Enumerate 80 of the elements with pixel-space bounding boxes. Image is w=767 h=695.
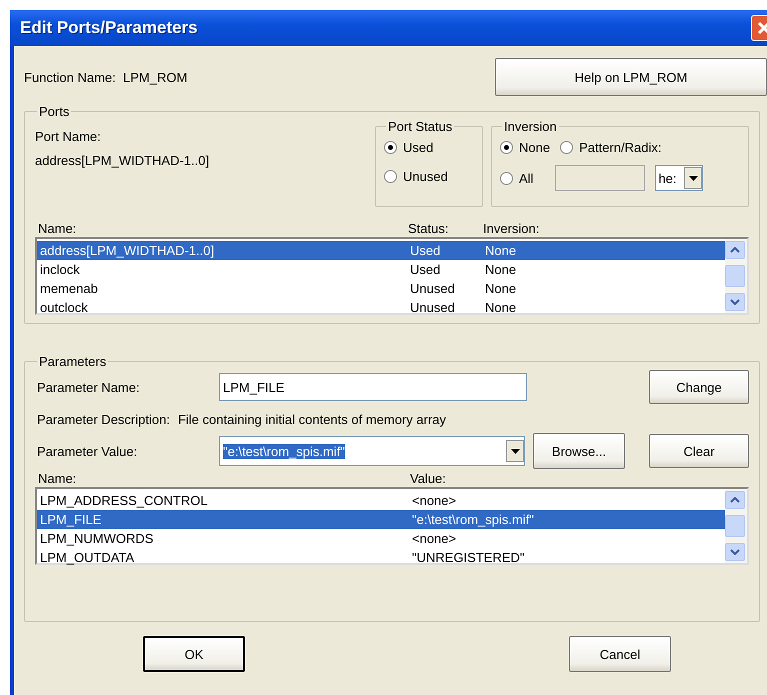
scroll-down-button[interactable] [725, 293, 745, 311]
scroll-down-button[interactable] [725, 543, 745, 561]
radix-dropdown[interactable]: he: [655, 165, 704, 191]
close-icon [757, 21, 767, 35]
column-header: Value: [410, 470, 447, 486]
radio-label[interactable]: Used [403, 140, 434, 155]
list-row[interactable]: LPM_ADDRESS_CONTROL <none> [37, 491, 725, 510]
radio-label[interactable]: Pattern/Radix: [579, 140, 662, 155]
radio-label[interactable]: None [519, 140, 550, 155]
help-button[interactable]: Help on LPM_ROM [495, 58, 767, 96]
table-cell-text: Used [410, 242, 442, 260]
table-cell-text: Used [410, 261, 442, 279]
table-cell-text: outclock [39, 299, 89, 317]
list-row[interactable]: inclock Used None [37, 260, 725, 279]
table-cell-text: LPM_NUMWORDS [39, 530, 154, 548]
scroll-up-button[interactable] [725, 241, 745, 259]
chevron-up-icon [730, 497, 740, 503]
radio-button[interactable] [500, 141, 513, 154]
table-cell-text: LPM_ADDRESS_CONTROL [39, 492, 209, 510]
port-name-label: Port Name: [35, 129, 102, 144]
column-header: Inversion: [483, 220, 540, 236]
chevron-down-icon [730, 299, 740, 305]
parameter-value-label: Parameter Value: [36, 444, 138, 458]
radio-label[interactable]: Unused [403, 169, 448, 184]
radio-button[interactable] [500, 172, 513, 184]
radio-button[interactable] [384, 141, 397, 154]
table-cell-text: None [485, 242, 518, 260]
table-cell-text: "UNREGISTERED" [412, 549, 526, 567]
table-cell-text: None [485, 299, 518, 317]
table-cell-text: None [485, 261, 518, 279]
table-cell-text: None [485, 280, 518, 298]
browse-button[interactable]: Browse... [533, 433, 625, 469]
radio-button[interactable] [384, 170, 397, 183]
scrollbar[interactable] [725, 239, 747, 313]
table-cell-text: LPM_FILE [39, 511, 102, 529]
group-label: Inversion [503, 119, 558, 134]
parameter-value-combo[interactable]: "e:\test\rom_spis.mif" [219, 436, 525, 466]
parameter-name-label: Parameter Name: [36, 380, 141, 394]
list-row[interactable]: address[LPM_WIDTHAD-1..0] Used None [37, 241, 725, 260]
chevron-up-icon [730, 247, 740, 253]
radio-button[interactable] [560, 141, 574, 154]
chevron-down-icon [730, 549, 740, 555]
table-cell-text: "e:\test\rom_spis.mif" [412, 511, 535, 529]
radio-label[interactable]: All [519, 170, 534, 186]
function-name-text: Function Name: LPM_ROM [24, 70, 188, 84]
scroll-thumb[interactable] [725, 265, 745, 287]
table-cell-text: Unused [410, 299, 456, 317]
table-cell-text: inclock [39, 261, 81, 279]
column-header: Status: [408, 220, 450, 236]
change-button[interactable]: Change [649, 370, 749, 404]
column-header: Name: [37, 220, 78, 236]
table-cell-text: address[LPM_WIDTHAD-1..0] [39, 242, 216, 260]
table-cell-text: <none> [412, 492, 458, 510]
clear-button[interactable]: Clear [649, 434, 749, 468]
parameter-name-field[interactable]: LPM_FILE [219, 373, 527, 401]
dialog-button[interactable]: Cancel [569, 636, 671, 672]
list-row[interactable]: LPM_NUMWORDS <none> [37, 529, 725, 548]
group-label: Ports [38, 104, 70, 119]
port-name-value: address[LPM_WIDTHAD-1..0] [35, 153, 210, 168]
scroll-up-button[interactable] [725, 491, 745, 509]
pattern-field[interactable] [555, 165, 646, 191]
group-label: Port Status [387, 119, 454, 134]
window-title: Edit Ports/Parameters [20, 18, 198, 38]
table-cell-text: Unused [410, 280, 456, 298]
list-row[interactable]: LPM_FILE "e:\test\rom_spis.mif" [37, 510, 725, 529]
list-row[interactable]: outclock Unused None [37, 298, 725, 317]
parameter-description-text: File containing initial contents of memory array [178, 412, 446, 426]
parameter-description-label: Parameter Description: [37, 412, 170, 426]
scrollbar[interactable] [725, 489, 747, 563]
table-cell-text: memenab [39, 280, 99, 298]
column-header: Name: [37, 470, 78, 486]
table-cell-text: <none> [412, 530, 458, 548]
dropdown-arrow-icon [688, 176, 698, 180]
table-cell-text: LPM_OUTDATA [39, 549, 136, 567]
dialog-button[interactable]: OK [143, 636, 245, 672]
dropdown-arrow-icon [510, 448, 520, 454]
list-row[interactable]: LPM_OUTDATA "UNREGISTERED" [37, 548, 725, 567]
scroll-thumb[interactable] [725, 515, 745, 537]
list-row[interactable]: memenab Unused None [37, 279, 725, 298]
group-label: Parameters [38, 354, 108, 369]
